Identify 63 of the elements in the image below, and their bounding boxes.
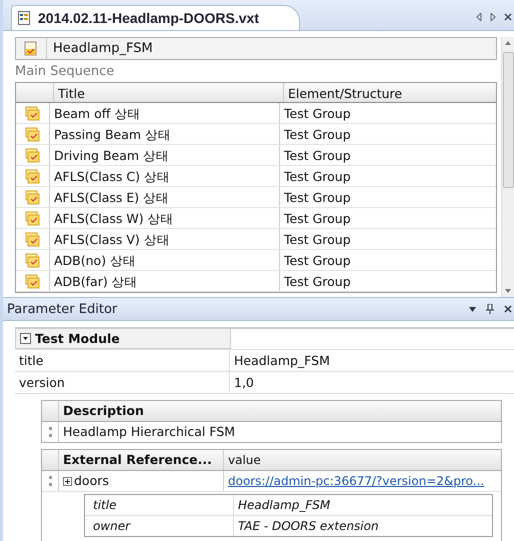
document-tab[interactable]: 2014.02.11-Headlamp-DOORS.vxt bbox=[11, 5, 300, 30]
panel-title: Parameter Editor bbox=[7, 302, 118, 316]
test-group-icon bbox=[24, 210, 40, 226]
table-cell-text: Test Group bbox=[283, 189, 352, 207]
table-cell: Driving Beam 상태 bbox=[50, 145, 280, 165]
property-value[interactable]: Headlamp_FSM bbox=[230, 350, 514, 371]
table-cell: ADB(no) 상태 bbox=[50, 250, 280, 270]
test-group-icon bbox=[24, 190, 40, 204]
table-cell-text: Test Group bbox=[283, 168, 352, 186]
scroll-right-icon[interactable] bbox=[490, 13, 496, 21]
table-cell-text: Test Group bbox=[283, 252, 352, 270]
test-group-icon bbox=[24, 252, 40, 268]
detail-name: title bbox=[85, 495, 234, 515]
table-cell: AFLS(Class C) 상태 bbox=[50, 166, 280, 186]
module-header: Test Module bbox=[35, 330, 120, 348]
detail-name: owner bbox=[85, 516, 234, 536]
column-header[interactable]: Element/Structure bbox=[284, 83, 496, 102]
test-group-icon bbox=[24, 232, 40, 246]
close-icon[interactable] bbox=[504, 305, 512, 313]
collapse-icon[interactable] bbox=[20, 333, 31, 344]
table-cell: AFLS(Class E) 상태 bbox=[50, 187, 280, 207]
table-cell: AFLS(Class W) 상태 bbox=[50, 208, 280, 228]
dropdown-icon[interactable] bbox=[469, 306, 476, 312]
description-text[interactable]: Headlamp Hierarchical FSM bbox=[59, 422, 501, 442]
test-group-icon bbox=[24, 274, 40, 288]
table-cell-text: Test Group bbox=[283, 231, 352, 249]
pin-icon[interactable] bbox=[486, 304, 494, 314]
expand-icon[interactable] bbox=[63, 476, 72, 486]
table-cell: Beam off 상태 bbox=[50, 103, 280, 123]
column-header: Description bbox=[62, 402, 145, 420]
module-icon bbox=[24, 41, 38, 56]
scroll-up-icon[interactable] bbox=[504, 40, 512, 46]
table-cell: ADB(far) 상태 bbox=[50, 271, 280, 291]
table-cell-text: Test Group bbox=[283, 210, 352, 228]
scroll-down-icon[interactable] bbox=[504, 288, 512, 294]
table-cell-text: Test Group bbox=[283, 273, 352, 291]
table-cell: AFLS(Class V) 상태 bbox=[50, 229, 280, 249]
property-name: version bbox=[15, 372, 230, 393]
column-header: value bbox=[227, 452, 262, 469]
row-handle-icon[interactable] bbox=[48, 426, 52, 438]
table-cell-text: Test Group bbox=[283, 126, 352, 144]
scroll-left-icon[interactable] bbox=[476, 13, 482, 21]
column-header[interactable]: Title bbox=[54, 83, 284, 102]
test-group-icon bbox=[24, 106, 40, 120]
table-cell-text: Test Group bbox=[283, 105, 352, 123]
close-icon[interactable] bbox=[504, 13, 512, 21]
property-name: title bbox=[15, 350, 230, 371]
reference-link[interactable]: doors://admin-pc:36677/?version=2&pro... bbox=[228, 474, 484, 488]
column-header: External Reference... bbox=[59, 450, 224, 470]
property-value[interactable]: 1,0 bbox=[230, 372, 514, 393]
table-cell-text: Test Group bbox=[283, 147, 352, 165]
test-group-icon bbox=[24, 168, 40, 184]
test-group-icon bbox=[24, 148, 40, 162]
document-icon bbox=[18, 11, 30, 25]
detail-value: Headlamp_FSM bbox=[237, 497, 332, 514]
row-handle-icon[interactable] bbox=[48, 475, 52, 487]
detail-value: TAE - DOORS extension bbox=[237, 518, 380, 535]
table-cell: Passing Beam 상태 bbox=[50, 124, 280, 144]
test-group-icon bbox=[24, 126, 40, 142]
reference-name: doors bbox=[74, 472, 109, 490]
section-label: Main Sequence bbox=[15, 63, 116, 81]
module-name: Headlamp_FSM bbox=[52, 40, 153, 58]
scrollbar[interactable] bbox=[501, 37, 514, 297]
